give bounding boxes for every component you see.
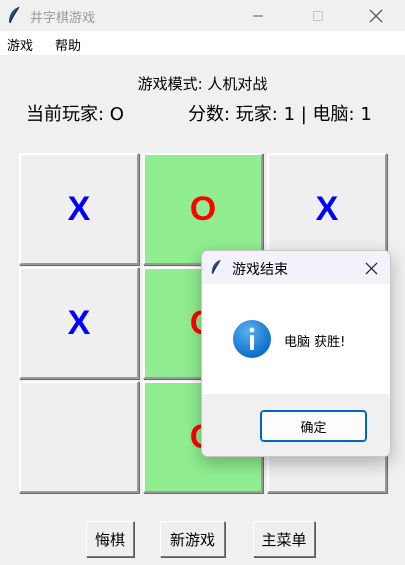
main-menu-button[interactable]: 主菜单: [253, 521, 315, 557]
cell-mark: X: [67, 189, 91, 228]
close-icon: [365, 262, 377, 274]
menu-bar: 游戏 帮助: [0, 31, 405, 55]
feather-icon: [9, 6, 20, 24]
new-game-button[interactable]: 新游戏: [160, 521, 225, 557]
cell-mark: X: [315, 189, 339, 228]
minimize-button[interactable]: [235, 0, 281, 31]
board-cell-2[interactable]: O: [143, 153, 263, 265]
board-cell-4[interactable]: X: [19, 267, 139, 379]
board-cell-1[interactable]: X: [19, 153, 139, 265]
current-player-label: 当前玩家: O: [26, 104, 124, 125]
maximize-icon: [313, 10, 323, 21]
menu-help[interactable]: 帮助: [55, 35, 81, 54]
cell-mark: O: [189, 189, 217, 228]
title-bar: 井字棋游戏: [0, 0, 405, 31]
board-cell-3[interactable]: X: [267, 153, 387, 265]
info-icon: [233, 320, 271, 358]
menu-game[interactable]: 游戏: [7, 35, 33, 54]
dialog-footer: 确定: [202, 394, 390, 456]
dialog-body: 电脑 获胜!: [202, 284, 390, 394]
dialog-title-bar: 游戏结束: [202, 251, 390, 284]
close-icon: [369, 9, 383, 22]
dialog-message: 电脑 获胜!: [284, 335, 346, 350]
dialog-close-button[interactable]: [360, 257, 382, 279]
board-cell-7[interactable]: [19, 381, 139, 493]
dialog-title: 游戏结束: [232, 262, 288, 278]
window-title: 井字棋游戏: [30, 11, 96, 26]
close-button[interactable]: [353, 0, 399, 31]
game-over-dialog: 游戏结束 电脑 获胜! 确定: [201, 250, 391, 457]
minimize-icon: [253, 15, 263, 16]
feather-icon: [211, 259, 221, 275]
game-mode-label: 游戏模式: 人机对战: [137, 75, 268, 93]
maximize-button[interactable]: [295, 0, 341, 31]
score-label: 分数: 玩家: 1 | 电脑: 1: [188, 104, 372, 125]
undo-button[interactable]: 悔棋: [86, 521, 134, 557]
ok-button[interactable]: 确定: [260, 410, 367, 442]
cell-mark: X: [67, 303, 91, 342]
